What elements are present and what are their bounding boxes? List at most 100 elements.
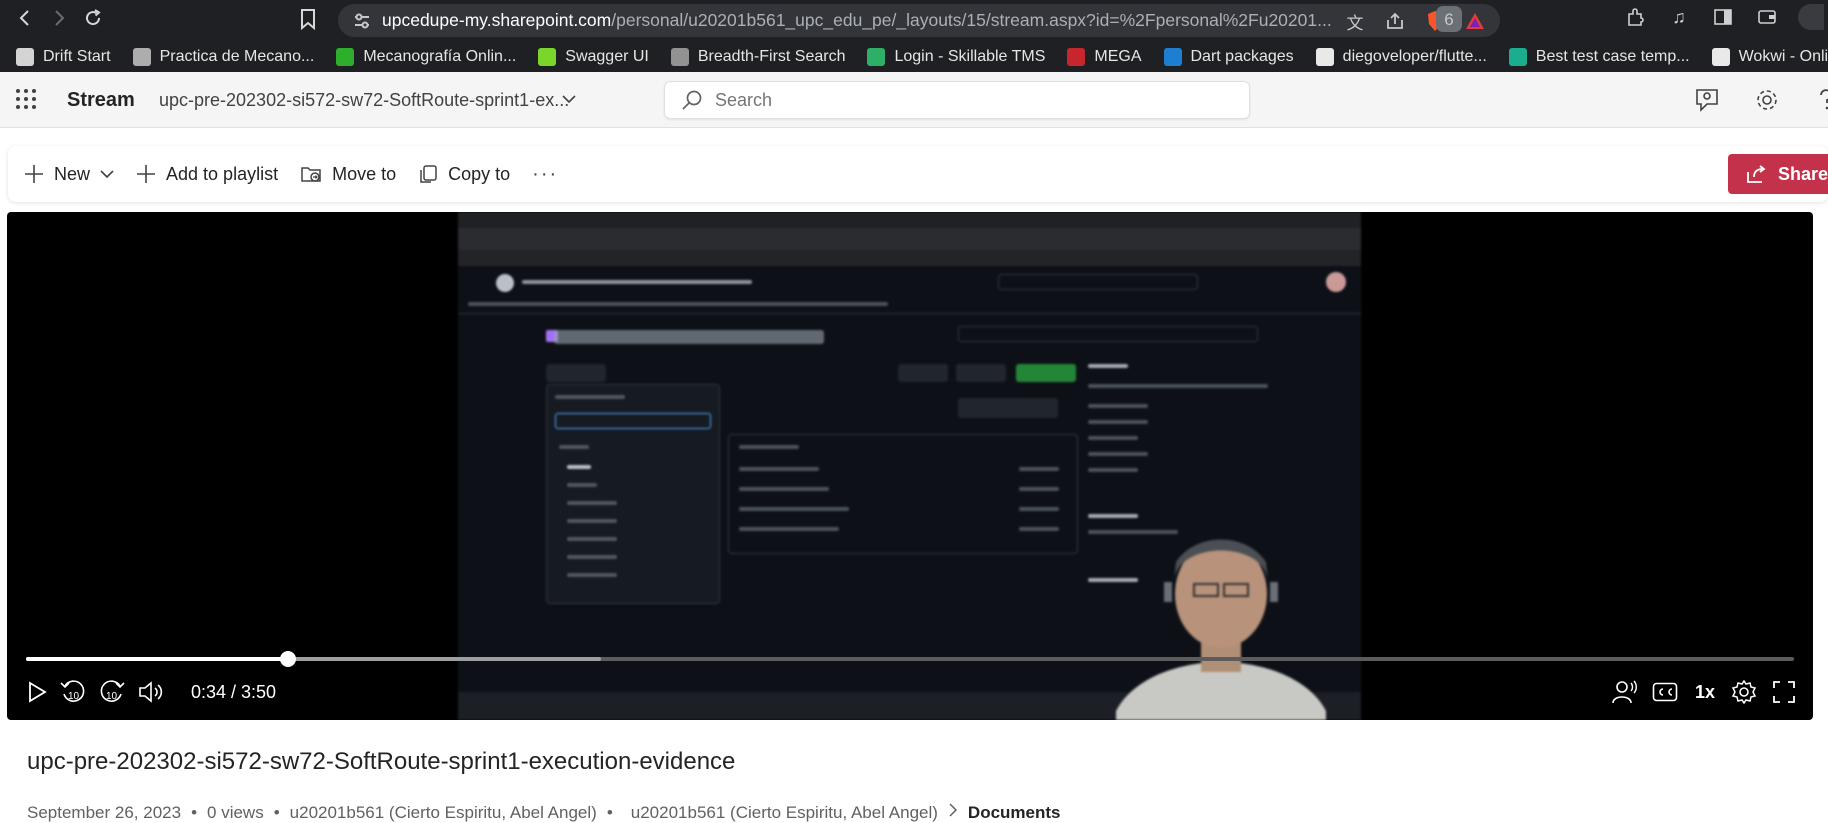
rewind-10-icon: 10	[60, 680, 85, 702]
plus-icon	[137, 165, 156, 183]
bookmarks-bar: Drift Start Practica de Mecano... Mecanogr…	[0, 44, 1828, 70]
speaker-coach-button[interactable]	[1611, 678, 1639, 706]
extensions-icon[interactable]	[1622, 4, 1648, 30]
speaker-icon	[139, 681, 163, 703]
dart-icon	[1163, 48, 1182, 66]
breadcrumb-documents[interactable]: Documents	[968, 803, 1061, 823]
bookmark-label: Login - Skillable TMS	[894, 48, 1046, 65]
help-icon[interactable]	[1812, 86, 1828, 114]
fullscreen-icon	[1773, 681, 1795, 703]
more-options-button[interactable]: ···	[532, 163, 558, 186]
time-display: 0:34 / 3:50	[191, 682, 277, 702]
new-label: New	[54, 163, 91, 184]
doc-icon	[16, 48, 34, 66]
bookmark-item[interactable]: Best test case temp...	[1508, 48, 1690, 66]
bookmark-item[interactable]: Wokwi - Online ESP...	[1711, 48, 1828, 66]
forward-10-icon: 10	[100, 680, 125, 702]
play-button[interactable]	[23, 678, 51, 706]
fullscreen-button[interactable]	[1770, 678, 1798, 706]
skip-back-button[interactable]: 10	[59, 678, 87, 706]
site-settings-icon[interactable]	[352, 11, 372, 31]
translate-icon[interactable]: 文	[1342, 8, 1368, 34]
presenter-webcam	[1116, 539, 1326, 720]
add-to-playlist-button[interactable]: Add to playlist	[136, 164, 278, 185]
share-button[interactable]: Share	[1728, 154, 1828, 194]
browser-toolbar: upcedupe-my.sharepoint.com/personal/u202…	[0, 0, 1828, 72]
globe-icon	[670, 48, 689, 66]
bookmark-label: Wokwi - Online ESP...	[1738, 48, 1828, 65]
bookmark-item[interactable]: Swagger UI	[538, 48, 649, 66]
file-title[interactable]: upc-pre-202302-si572-sw72-SoftRoute-spri…	[159, 90, 569, 111]
profile-button[interactable]	[1798, 4, 1824, 30]
volume-button[interactable]	[137, 678, 165, 706]
copy-icon	[420, 165, 437, 183]
search-box[interactable]	[664, 81, 1250, 119]
seek-handle[interactable]	[279, 651, 296, 667]
wallet-icon[interactable]	[1754, 4, 1780, 30]
progress-bar[interactable]	[26, 651, 1794, 667]
move-to-button[interactable]: Move to	[300, 164, 396, 185]
share-label: Share	[1778, 163, 1828, 184]
github-icon	[1315, 48, 1334, 66]
copy-to-button[interactable]: Copy to	[418, 164, 510, 185]
search-icon	[682, 90, 702, 110]
gear-icon	[1731, 679, 1757, 705]
upload-date: September 26, 2023	[27, 802, 182, 822]
video-player[interactable]: 10 10 0:34 / 3:50 1x	[7, 212, 1813, 720]
bookmark-item[interactable]: Dart packages	[1163, 48, 1294, 66]
playback-speed-button[interactable]: 1x	[1695, 682, 1715, 703]
chevron-down-icon[interactable]	[562, 91, 576, 107]
search-input[interactable]	[715, 89, 1215, 111]
url-text: upcedupe-my.sharepoint.com/personal/u202…	[382, 10, 1332, 30]
bookmark-label: Best test case temp...	[1535, 48, 1690, 65]
brave-shields-icon[interactable]: 6	[1422, 6, 1462, 34]
bookmark-item[interactable]: MEGA	[1067, 48, 1142, 66]
new-button[interactable]: New	[24, 164, 114, 185]
bookmark-item[interactable]: Mecanografía Onlin...	[336, 48, 516, 66]
brave-rewards-icon[interactable]	[1462, 8, 1488, 34]
feedback-icon[interactable]	[1693, 86, 1721, 114]
bookmark-item[interactable]: Login - Skillable TMS	[867, 48, 1045, 66]
bookmark-page-icon[interactable]	[298, 8, 320, 31]
bookmark-label: Practica de Mecano...	[159, 48, 315, 65]
command-bar: New Add to playlist Move to Copy to ··· …	[8, 146, 1828, 202]
app-name[interactable]: Stream	[67, 89, 135, 112]
sidebar-toggle-icon[interactable]	[1710, 4, 1736, 30]
add-to-playlist-label: Add to playlist	[166, 163, 279, 184]
bookmark-item[interactable]: Breadth-First Search	[670, 48, 845, 66]
share-page-icon[interactable]	[1382, 8, 1408, 34]
person-voice-icon	[1612, 680, 1637, 704]
skillable-icon	[867, 48, 886, 66]
forward-icon[interactable]	[42, 3, 76, 33]
app-launcher-icon[interactable]	[14, 87, 38, 111]
video-frame	[458, 212, 1361, 720]
svg-text:10: 10	[106, 691, 118, 702]
bookmark-item[interactable]: diegoveloper/flutte...	[1315, 48, 1487, 66]
reload-icon[interactable]	[76, 3, 110, 33]
owner-link[interactable]: u20201b561 (Cierto Espiritu, Abel Angel)	[290, 803, 597, 823]
skip-forward-button[interactable]: 10	[98, 678, 126, 706]
breadcrumb-owner[interactable]: u20201b561 (Cierto Espiritu, Abel Angel)	[631, 803, 938, 823]
settings-icon[interactable]	[1753, 86, 1781, 114]
address-bar[interactable]: upcedupe-my.sharepoint.com/personal/u202…	[338, 4, 1500, 37]
svg-text:10: 10	[68, 691, 80, 702]
move-folder-icon	[301, 167, 321, 182]
keyboard-icon	[132, 48, 151, 66]
check-icon	[336, 48, 355, 66]
bookmark-item[interactable]: Practica de Mecano...	[132, 48, 315, 66]
separator-dot: •	[606, 802, 613, 822]
bookmark-label: Mecanografía Onlin...	[363, 48, 517, 65]
back-icon[interactable]	[8, 3, 42, 33]
app-header: Stream upc-pre-202302-si572-sw72-SoftRou…	[0, 72, 1828, 128]
plus-icon	[25, 165, 43, 183]
played-indicator	[26, 657, 288, 661]
bookmark-label: Drift Start	[43, 48, 111, 65]
view-count: 0 views	[207, 802, 264, 822]
bookmark-label: Dart packages	[1190, 48, 1294, 65]
player-settings-button[interactable]	[1730, 678, 1758, 706]
media-icon[interactable]: ♫	[1666, 4, 1692, 30]
video-metadata: September 26, 2023 • 0 views • u20201b56…	[27, 802, 1061, 823]
bookmark-item[interactable]: Drift Start	[16, 48, 111, 66]
copy-to-label: Copy to	[448, 163, 511, 184]
captions-button[interactable]	[1651, 678, 1679, 706]
